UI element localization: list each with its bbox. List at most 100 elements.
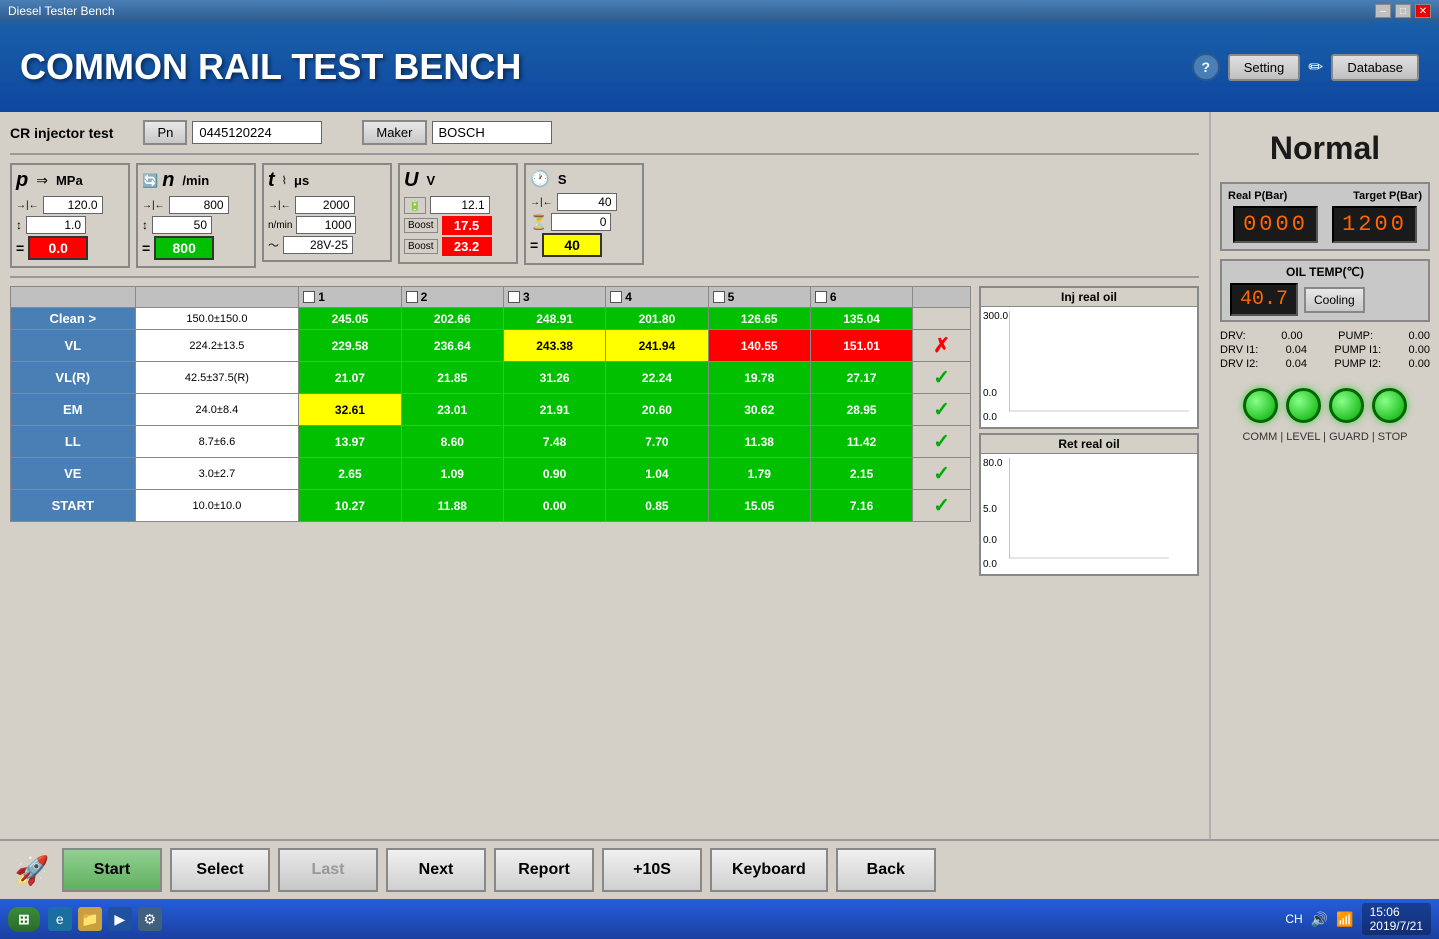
- u-setpoint[interactable]: [430, 196, 490, 214]
- drv-value: 0.00: [1281, 330, 1302, 342]
- last-button[interactable]: Last: [278, 848, 378, 892]
- data-cell-4-0: 13.97: [299, 426, 401, 458]
- led-row: [1243, 388, 1407, 423]
- t-unit: μs: [294, 173, 309, 188]
- data-cell-2-4: 19.78: [708, 362, 810, 394]
- maximize-button[interactable]: □: [1395, 4, 1411, 18]
- data-cell-0-4: 126.65: [708, 308, 810, 330]
- u-battery-icon: 🔋: [404, 197, 426, 214]
- col-status: [913, 287, 971, 308]
- keyboard-button[interactable]: Keyboard: [710, 848, 828, 892]
- row-label-0[interactable]: Clean >: [11, 308, 136, 330]
- data-cell-4-3: 7.70: [606, 426, 708, 458]
- p-step[interactable]: [26, 216, 86, 234]
- pn-input[interactable]: [192, 121, 322, 144]
- comm-led: [1243, 388, 1278, 423]
- inj-chart-svg: [1009, 311, 1189, 421]
- row-label-5[interactable]: VE: [11, 458, 136, 490]
- row-label-2[interactable]: VL(R): [11, 362, 136, 394]
- status-cell-0: [913, 308, 971, 330]
- col-3: 3: [503, 287, 605, 308]
- status-cell-3: ✓: [913, 394, 971, 426]
- data-cell-5-1: 1.09: [401, 458, 503, 490]
- data-cell-1-1: 236.64: [401, 330, 503, 362]
- guard-led: [1329, 388, 1364, 423]
- back-button[interactable]: Back: [836, 848, 936, 892]
- taskbar-folder-icon[interactable]: 📁: [78, 907, 102, 931]
- maker-input[interactable]: [432, 121, 552, 144]
- pump-value: 0.00: [1409, 330, 1430, 342]
- row-label-6[interactable]: START: [11, 490, 136, 522]
- start-button[interactable]: Start: [62, 848, 162, 892]
- data-cell-6-2: 0.00: [503, 490, 605, 522]
- s-eq-icon: =: [530, 237, 538, 253]
- report-button[interactable]: Report: [494, 848, 594, 892]
- app-title: COMMON RAIL TEST BENCH: [20, 46, 521, 88]
- right-panel: Normal Real P(Bar) Target P(Bar) 0000 12…: [1209, 112, 1439, 839]
- taskbar-app-icon[interactable]: ⚙: [138, 907, 162, 931]
- s-setpoint[interactable]: [557, 193, 617, 211]
- pump-i2-value: 0.00: [1409, 358, 1430, 370]
- t-setpoint[interactable]: [295, 196, 355, 214]
- oil-temp-box: OIL TEMP(℃) 40.7 Cooling: [1220, 259, 1430, 322]
- s-setpoint-arrows: →|←: [530, 197, 553, 208]
- s-unit: S: [558, 172, 567, 187]
- data-cell-0-1: 202.66: [401, 308, 503, 330]
- p-unit: MPa: [56, 173, 83, 188]
- app-header: COMMON RAIL TEST BENCH ? Setting ✏ Datab…: [0, 22, 1439, 112]
- taskbar-ie-icon[interactable]: e: [48, 907, 72, 931]
- p-setpoint[interactable]: [43, 196, 103, 214]
- n-actual: 800: [154, 236, 214, 260]
- col-1: 1: [299, 287, 401, 308]
- database-button[interactable]: Database: [1331, 54, 1419, 81]
- p-symbol: p: [16, 169, 28, 192]
- ret-mid-label: 5.0: [983, 504, 997, 515]
- window-title: Diesel Tester Bench: [8, 4, 115, 18]
- plus10s-button[interactable]: +10S: [602, 848, 702, 892]
- close-button[interactable]: ✕: [1415, 4, 1431, 18]
- windows-start-button[interactable]: ⊞: [8, 907, 40, 932]
- data-cell-1-0: 229.58: [299, 330, 401, 362]
- next-button[interactable]: Next: [386, 848, 486, 892]
- s-hourglass[interactable]: [551, 213, 611, 231]
- drv-section: DRV: 0.00 PUMP: 0.00 DRV I1: 0.04 PUMP I…: [1220, 330, 1430, 372]
- minimize-button[interactable]: –: [1375, 4, 1391, 18]
- row-label-3[interactable]: EM: [11, 394, 136, 426]
- s-actual: 40: [542, 233, 602, 257]
- ret-min-label: 0.0: [983, 535, 997, 546]
- select-button[interactable]: Select: [170, 848, 270, 892]
- data-cell-1-5: 151.01: [810, 330, 912, 362]
- maker-field: Maker: [362, 120, 551, 145]
- spec-cell-0: 150.0±150.0: [135, 308, 299, 330]
- data-cell-3-2: 21.91: [503, 394, 605, 426]
- data-cell-0-0: 245.05: [299, 308, 401, 330]
- n-setpoint[interactable]: [169, 196, 229, 214]
- drv-label: DRV:: [1220, 330, 1246, 342]
- network-icon: 📶: [1336, 911, 1353, 928]
- left-panel: CR injector test Pn Maker p ⇒ MPa →|←: [0, 112, 1209, 839]
- cooling-button[interactable]: Cooling: [1304, 287, 1365, 313]
- help-button[interactable]: ?: [1192, 53, 1220, 81]
- setting-button[interactable]: Setting: [1228, 54, 1300, 81]
- data-cell-1-4: 140.55: [708, 330, 810, 362]
- ret-max-label: 80.0: [983, 458, 1002, 469]
- row-label-4[interactable]: LL: [11, 426, 136, 458]
- data-cell-2-2: 31.26: [503, 362, 605, 394]
- n-step[interactable]: [152, 216, 212, 234]
- volume-icon: 🔊: [1311, 911, 1328, 928]
- drv-i1-value: 0.04: [1286, 344, 1307, 356]
- col-2: 2: [401, 287, 503, 308]
- taskbar-media-icon[interactable]: ▶: [108, 907, 132, 931]
- data-cell-6-3: 0.85: [606, 490, 708, 522]
- t-step[interactable]: [296, 216, 356, 234]
- ret-bottom-label: 0.0: [983, 559, 997, 570]
- t-wave[interactable]: [283, 236, 353, 254]
- n-step-arrows: ↕: [142, 218, 148, 232]
- inj-chart-inner: 300.0 0.0 0.0: [981, 307, 1197, 427]
- drv-i1-label: DRV I1:: [1220, 344, 1258, 356]
- row-label-1[interactable]: VL: [11, 330, 136, 362]
- pn-button[interactable]: Pn: [143, 120, 187, 145]
- ret-chart-inner: 80.0 5.0 0.0 0.0: [981, 454, 1197, 574]
- data-table: 1 2 3 4 5 6 Clean >150.0±150.0245.05202.…: [10, 286, 971, 522]
- data-cell-3-3: 20.60: [606, 394, 708, 426]
